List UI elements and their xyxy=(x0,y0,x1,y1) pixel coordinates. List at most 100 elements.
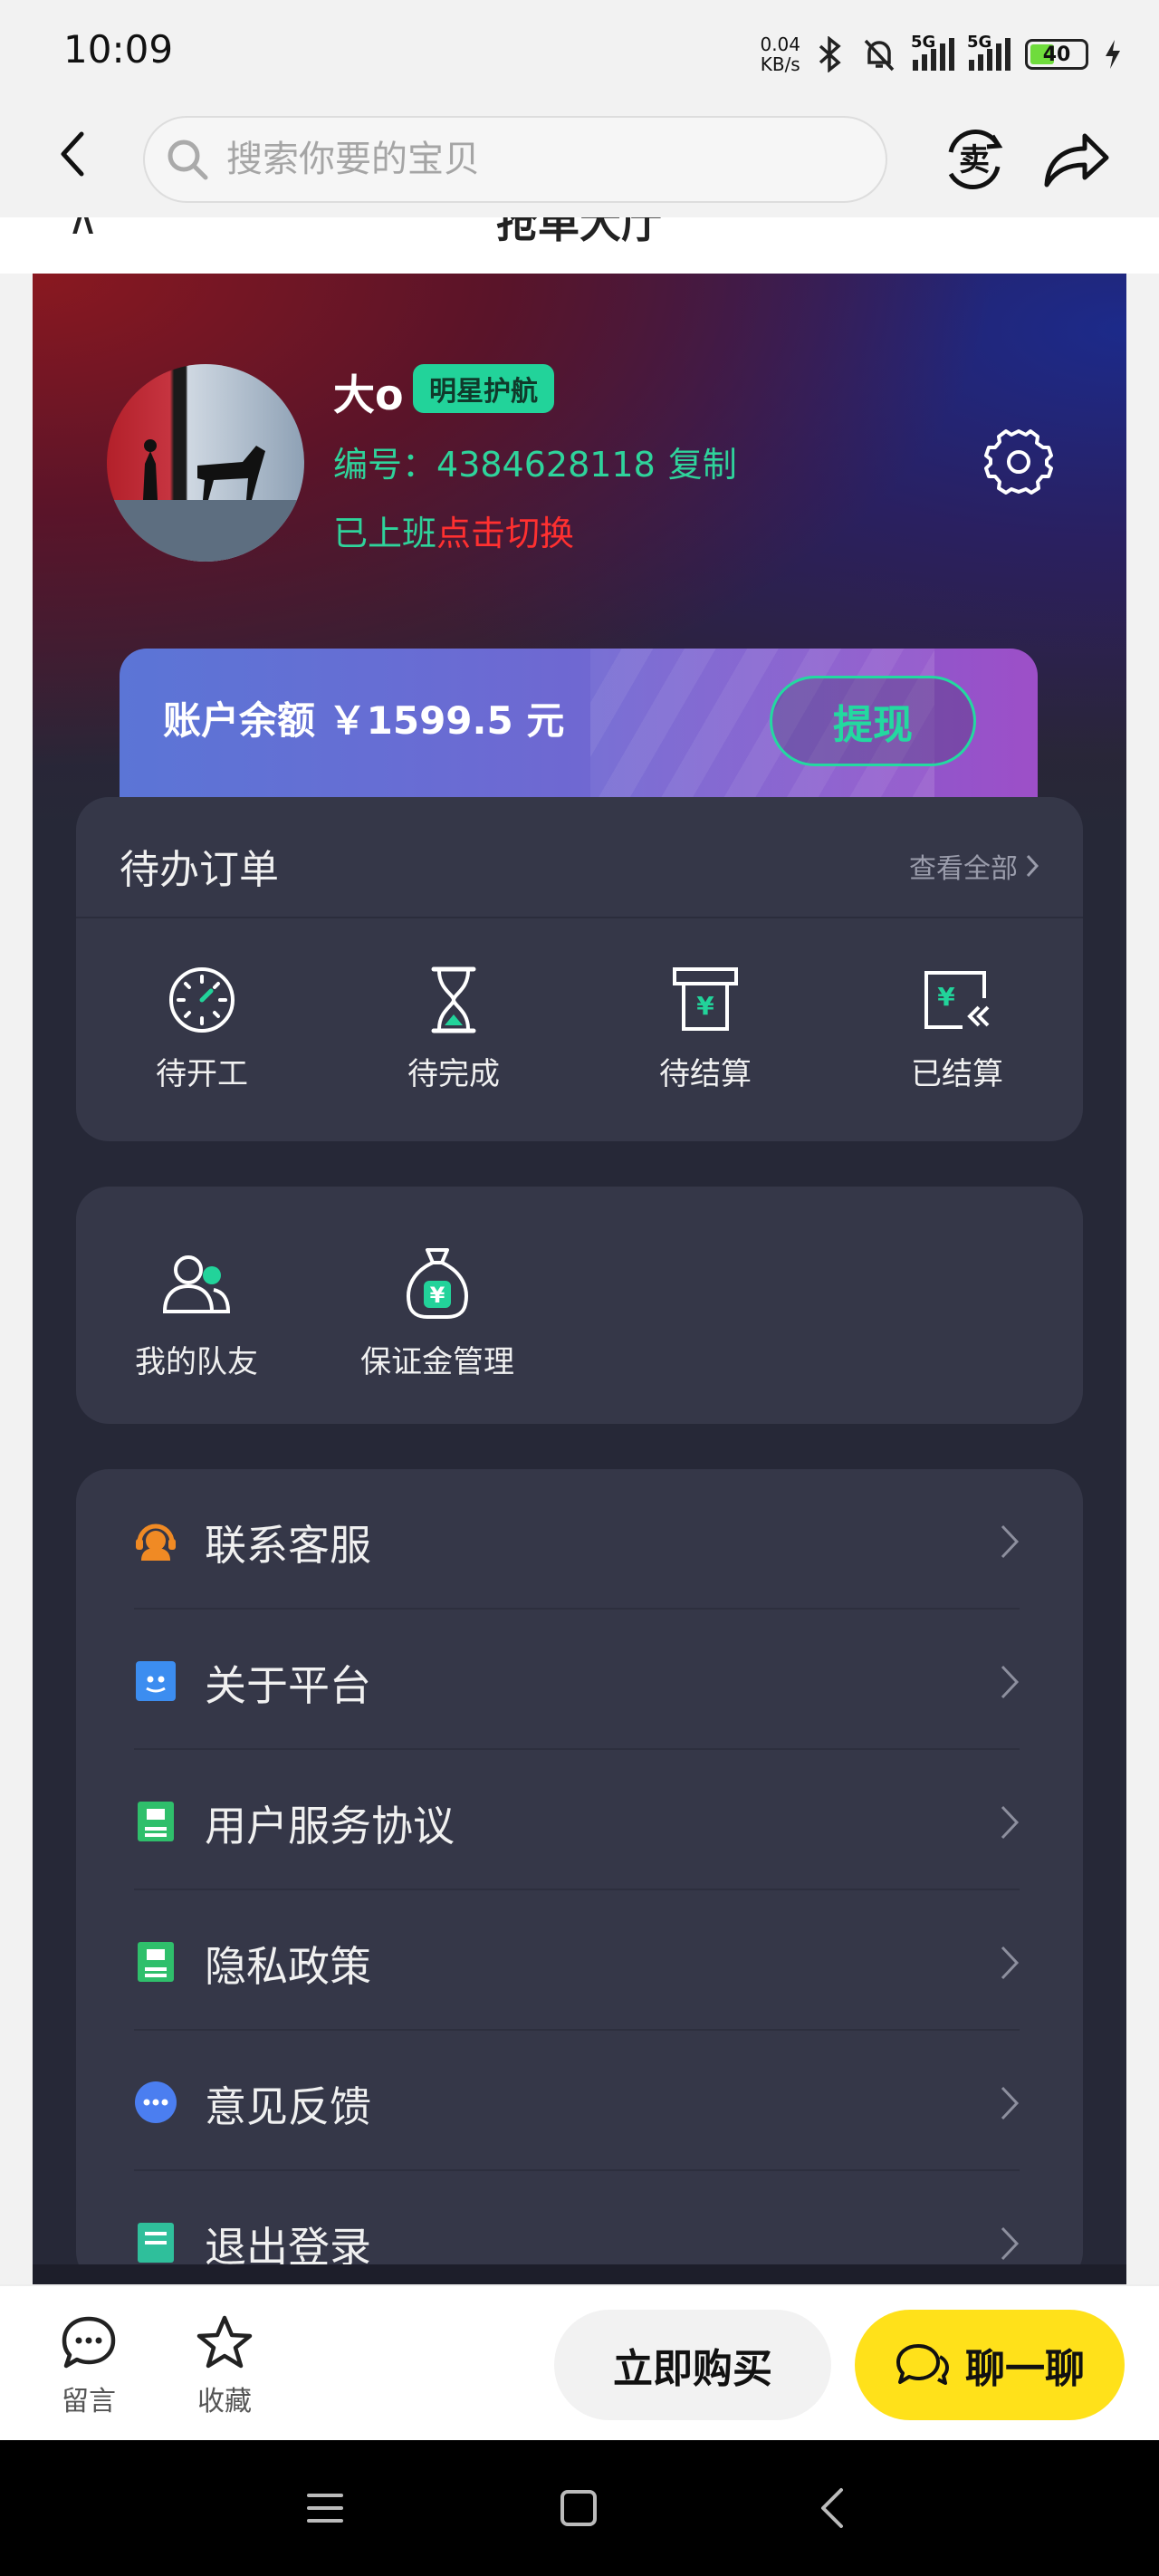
signal-icon-sim2: 5G xyxy=(967,33,1011,71)
settled-yen-icon: ¥ xyxy=(924,971,990,1029)
order-status-pending-start[interactable]: 待开工 xyxy=(76,918,328,1136)
favorite-button[interactable]: 收藏 xyxy=(179,2313,270,2418)
menu-item-user-agreement[interactable]: 用户服务协议 xyxy=(76,1750,1083,1890)
withdraw-button[interactable]: 提现 xyxy=(770,676,976,766)
chat-button[interactable]: 聊一聊 xyxy=(855,2310,1125,2420)
search-header: 卖 xyxy=(0,100,1159,217)
buy-now-button[interactable]: 立即购买 xyxy=(554,2310,831,2420)
clock-icon xyxy=(169,967,235,1033)
order-status-settled[interactable]: ¥ 已结算 xyxy=(831,918,1083,1136)
view-all-label: 查看全部 xyxy=(909,853,1018,885)
pending-orders-header: 待办订单 查看全部 xyxy=(76,797,1083,918)
battery-level: 40 xyxy=(1042,43,1071,66)
chat-label: 聊一聊 xyxy=(965,2346,1085,2392)
order-status-label: 待完成 xyxy=(407,1056,500,1092)
svg-text:¥: ¥ xyxy=(696,991,714,1021)
user-id: 编号：4384628118 复制 xyxy=(333,437,737,486)
bottom-action-bar: 留言 收藏 立即购买 聊一聊 xyxy=(0,2284,1159,2440)
back-button[interactable] xyxy=(45,127,100,181)
message-label: 留言 xyxy=(62,2386,116,2417)
menu-item-label: 隐私政策 xyxy=(205,1942,371,1991)
message-button[interactable]: 留言 xyxy=(43,2313,134,2418)
tools-card: 我的队友 ¥ 保证金管理 xyxy=(76,1187,1083,1424)
chevron-right-icon xyxy=(1001,1665,1020,1699)
gear-icon xyxy=(984,429,1053,495)
menu-item-label: 用户服务协议 xyxy=(205,1802,455,1850)
order-status-label: 已结算 xyxy=(911,1056,1003,1092)
tool-label: 我的队友 xyxy=(135,1344,258,1380)
svg-text:¥: ¥ xyxy=(937,982,955,1012)
search-input[interactable] xyxy=(225,138,768,181)
signal-icon-sim1: 5G xyxy=(911,33,954,71)
share-arrow-icon xyxy=(1044,133,1109,187)
chevron-right-icon xyxy=(1001,2086,1020,2120)
pos-terminal-icon: ¥ xyxy=(673,967,738,1031)
app-tabbar-edge xyxy=(33,2264,1126,2284)
chevron-right-icon xyxy=(1026,854,1039,878)
web-header: ∧ 抢单大厅 xyxy=(0,217,1159,274)
settings-button[interactable] xyxy=(983,426,1054,496)
sim2-label: 5G xyxy=(967,33,992,52)
money-bag-icon: ¥ xyxy=(407,1248,468,1319)
status-icons: 0.04 KB/s 5G 5G 40 xyxy=(760,27,1123,82)
headset-icon xyxy=(136,1523,176,1561)
svg-text:¥: ¥ xyxy=(430,1283,445,1308)
duty-status-text: 已上班 xyxy=(333,514,437,553)
menu-item-label: 联系客服 xyxy=(205,1521,371,1570)
menu-item-about-platform[interactable]: 关于平台 xyxy=(76,1610,1083,1750)
order-status-in-progress[interactable]: 待完成 xyxy=(328,918,580,1136)
chat-bubbles-icon xyxy=(896,2344,949,2385)
home-square-icon xyxy=(560,2490,597,2526)
settings-menu-card: 联系客服 关于平台 用户服务协议 隐私政策 意见反馈 退出登录 xyxy=(76,1469,1083,2284)
chevron-right-icon xyxy=(1001,1805,1020,1840)
app-frame: 大o 明星护航 编号：4384628118 复制 已上班点击切换 账户余额 ￥15… xyxy=(33,274,1126,2284)
mute-bell-icon xyxy=(864,39,895,72)
agreement-icon xyxy=(138,1802,174,1841)
order-status-label: 待结算 xyxy=(659,1056,752,1092)
deposit-management-button[interactable]: ¥ 保证金管理 xyxy=(317,1187,558,1424)
share-button[interactable] xyxy=(1039,125,1112,194)
switch-duty-button[interactable]: 点击切换 xyxy=(436,514,574,553)
search-bar[interactable] xyxy=(143,116,887,203)
copy-id-button[interactable]: 复制 xyxy=(668,445,737,485)
order-status-pending-settlement[interactable]: ¥ 待结算 xyxy=(580,918,831,1136)
menu-item-feedback[interactable]: 意见反馈 xyxy=(76,2031,1083,2171)
pending-orders-card: 待办订单 查看全部 待开工 待完成 ¥ 待结算 ¥ 已结算 xyxy=(76,797,1083,1141)
charging-icon xyxy=(1106,40,1120,69)
system-nav-bar xyxy=(0,2440,1159,2576)
sell-glyph: 卖 xyxy=(959,142,990,178)
home-button[interactable] xyxy=(545,2475,612,2542)
menu-lines-icon xyxy=(307,2494,343,2523)
star-badge: 明星护航 xyxy=(413,364,554,413)
order-status-grid: 待开工 待完成 ¥ 待结算 ¥ 已结算 xyxy=(76,918,1083,1136)
web-title: 抢单大厅 xyxy=(496,217,663,247)
chevron-right-icon xyxy=(1001,1524,1020,1559)
favorite-label: 收藏 xyxy=(197,2386,252,2417)
menu-item-privacy-policy[interactable]: 隐私政策 xyxy=(76,1890,1083,2031)
order-status-label: 待开工 xyxy=(156,1056,248,1092)
username: 大o xyxy=(333,370,404,419)
webview: ∧ 抢单大厅 大o 明星护航 编号：4384628118 复制 已上班点击切换 xyxy=(0,217,1159,2284)
sell-button[interactable]: 卖 xyxy=(940,125,1009,194)
search-icon xyxy=(168,139,208,180)
logout-icon xyxy=(138,2223,174,2263)
recent-apps-button[interactable] xyxy=(292,2475,359,2542)
net-speed-unit: KB/s xyxy=(760,53,800,75)
my-teammates-button[interactable]: 我的队友 xyxy=(76,1187,317,1424)
status-bar: 10:09 0.04 KB/s 5G 5G 40 xyxy=(0,0,1159,100)
avatar[interactable] xyxy=(107,364,304,562)
chevron-right-icon xyxy=(1001,1946,1020,1980)
menu-item-customer-service[interactable]: 联系客服 xyxy=(76,1469,1083,1610)
view-all-link[interactable]: 查看全部 xyxy=(909,846,1039,886)
chevron-right-icon xyxy=(1001,2226,1020,2261)
hourglass-icon xyxy=(431,966,476,1033)
duty-status: 已上班点击切换 xyxy=(333,505,574,555)
tool-label: 保证金管理 xyxy=(360,1344,514,1380)
star-icon xyxy=(196,2315,253,2369)
user-id-label: 编号： xyxy=(333,445,437,485)
net-speed: 0.04 KB/s xyxy=(760,34,800,74)
system-back-button[interactable] xyxy=(799,2475,866,2542)
menu-item-label: 关于平台 xyxy=(205,1661,371,1710)
message-bubble-icon xyxy=(62,2316,116,2369)
chevron-left-icon xyxy=(61,131,84,177)
